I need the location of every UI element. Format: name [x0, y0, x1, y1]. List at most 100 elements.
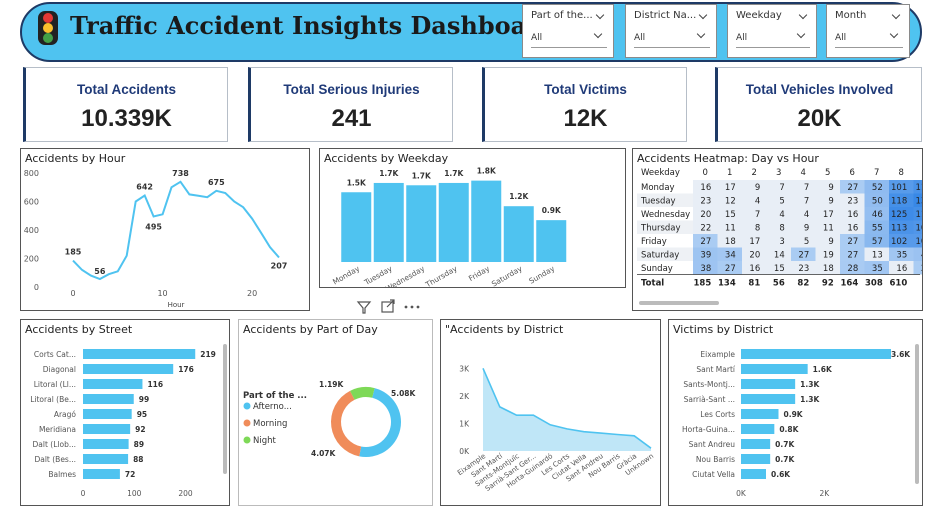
data-label: 56	[94, 267, 106, 276]
column-header: 3	[776, 168, 781, 178]
heat-value: 19	[823, 251, 834, 261]
heat-value: 7	[755, 210, 760, 220]
heat-value: 5	[804, 237, 809, 247]
heat-value: 113	[891, 224, 907, 234]
slicer-weekday[interactable]: Weekday All	[727, 4, 817, 58]
bar	[406, 185, 437, 262]
bar	[438, 182, 469, 262]
data-label: 1.7K	[412, 171, 432, 180]
data-label: 89	[134, 440, 144, 449]
total-value: 185	[694, 279, 712, 289]
accidents-by-district-chart: 0K1K2K3KEixampleSant MartíSants-Montjuïc…	[456, 364, 655, 493]
accidents-by-district-panel[interactable]: "Accidents by District 0K 1K 2K 3K Eixample S…	[440, 319, 661, 506]
total-value: 56	[773, 279, 785, 289]
column-header: 4	[801, 168, 806, 178]
heat-value: 27	[847, 237, 858, 247]
victims-by-district-panel[interactable]: Victims by District Eixample 3.6K Sant Mar…	[668, 319, 923, 506]
heat-value: 130	[916, 197, 922, 207]
y-tick-label: Nou Barris	[696, 455, 735, 464]
heat-value: 9	[828, 237, 833, 247]
data-label: 219	[200, 350, 216, 359]
bar	[373, 182, 404, 262]
accidents-by-weekday-panel[interactable]: Accidents by Weekday 1.5K Monday 1.7K Tuesd…	[319, 148, 626, 288]
data-label: 95	[137, 410, 147, 419]
data-label: 0.7K	[775, 455, 795, 464]
kpi-title: Total Accidents	[76, 82, 176, 97]
part-of-day-panel[interactable]: Accidents by Part of Day 5.08K 4.07K 1.19K…	[238, 319, 433, 506]
x-tick-label: 20	[247, 289, 257, 298]
heat-value: 27	[847, 251, 858, 261]
data-label: 642	[136, 183, 153, 192]
chevron-down-icon[interactable]	[891, 10, 901, 20]
accidents-by-weekday-chart: 1.5KMonday1.7KTuesday1.7KWednesday1.7KTh…	[331, 167, 567, 287]
total-value: 134	[718, 279, 736, 289]
data-label: 1.5K	[347, 178, 367, 187]
heat-value: 15	[725, 210, 736, 220]
data-label: 0.7K	[775, 440, 795, 449]
kpi-title: Total Victims	[544, 82, 627, 97]
y-tick-label: 0K	[459, 447, 470, 456]
kpi-value: 10.339K	[81, 105, 172, 132]
x-tick-label: 200	[178, 489, 193, 498]
data-label: 1.8K	[477, 167, 497, 176]
x-tick-label: Friday	[467, 264, 492, 283]
data-label: 1.7K	[444, 169, 464, 178]
accidents-by-street-panel[interactable]: Accidents by Street Corts Cat... 219 Diago…	[20, 319, 230, 506]
heat-value: 28	[847, 264, 858, 274]
x-tick-label: 2K	[819, 489, 830, 498]
data-label: 5.08K	[391, 389, 417, 398]
slicer-month[interactable]: Month All	[826, 4, 910, 58]
bar	[536, 220, 567, 262]
heat-value: 14	[774, 251, 785, 261]
filter-icon[interactable]	[356, 301, 372, 314]
y-tick-label: Litoral (Be...	[30, 395, 76, 404]
heatmap-panel[interactable]: Accidents Heatmap: Day vs Hour Weekday 0 1…	[632, 148, 923, 311]
heat-value: 102	[916, 237, 922, 247]
donut-slice	[350, 387, 375, 400]
heat-value: 8	[755, 224, 760, 234]
dashboard-title: Traffic Accident Insights Dashboard	[70, 11, 556, 40]
heat-value: 4	[779, 210, 784, 220]
chevron-down-icon[interactable]	[798, 10, 808, 20]
kpi-value: 241	[331, 105, 372, 132]
slicer-district[interactable]: District Na... All	[625, 4, 717, 58]
heat-value: 13	[872, 251, 883, 261]
kpi-card-total-accidents: Total Accidents 10.339K	[23, 67, 228, 142]
chevron-down-icon[interactable]	[698, 10, 708, 20]
slicer-part-of-day[interactable]: Part of the... All	[522, 4, 614, 58]
bar	[83, 454, 129, 464]
more-options-icon[interactable]	[404, 305, 420, 309]
heat-value: 7	[804, 183, 809, 193]
y-tick-label: Corts Cat...	[34, 350, 76, 359]
legend-marker	[243, 402, 251, 410]
column-header: 0	[703, 168, 708, 178]
accidents-by-street-chart: Corts Cat... 219 Diagonal 176 Litoral (Ll...…	[30, 344, 227, 498]
y-tick-label: Dalt (Bes...	[34, 455, 76, 464]
heat-value: 9	[828, 183, 833, 193]
column-header: 5	[825, 168, 830, 178]
total-value: 308	[865, 279, 883, 289]
total-value: 610	[890, 279, 908, 289]
x-tick-label: Monday	[331, 264, 362, 287]
chevron-down-icon[interactable]	[595, 10, 605, 20]
row-label: Thursday	[640, 224, 681, 234]
heatmap-table: Weekday0123456789Monday16179779275210111…	[637, 168, 922, 305]
legend-title: Part of the ...	[243, 391, 307, 401]
bar	[83, 349, 196, 359]
y-tick-label: 400	[24, 226, 39, 235]
heat-value: 16	[749, 264, 760, 274]
heat-value: 35	[896, 251, 907, 261]
heat-value: 5	[779, 197, 784, 207]
data-label: 4.07K	[311, 449, 337, 458]
y-tick-label: Horta-Guina...	[682, 425, 735, 434]
vertical-scrollbar	[915, 344, 919, 484]
focus-mode-icon[interactable]	[381, 299, 395, 313]
column-header: Weekday	[641, 168, 680, 178]
bar	[741, 364, 808, 374]
accidents-by-hour-panel[interactable]: Accidents by Hour 0 200 400 600 800 0 10 20 Hour…	[20, 148, 310, 311]
heat-value: 55	[872, 224, 883, 234]
series-line	[72, 180, 280, 281]
heat-value: 18	[823, 264, 834, 274]
data-label: 675	[208, 178, 225, 187]
bar	[741, 454, 771, 464]
